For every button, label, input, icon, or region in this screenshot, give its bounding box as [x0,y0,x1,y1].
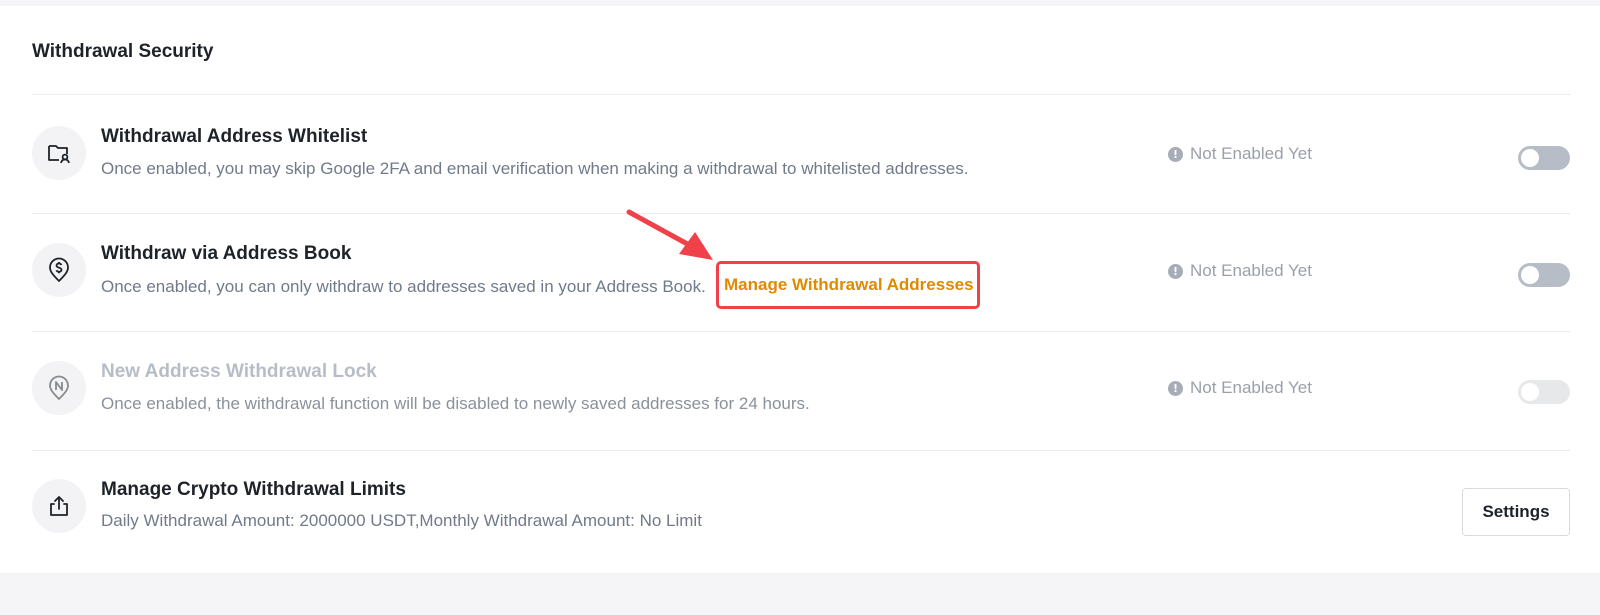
row-description: Daily Withdrawal Amount: 2000000 USDT,Mo… [101,511,702,530]
row-description: Once enabled, the withdrawal function wi… [101,394,810,413]
dollar-pin-icon [32,243,86,297]
new-address-pin-icon [32,361,86,415]
toggle-knob [1521,266,1539,284]
status-not-enabled: ! Not Enabled Yet [1168,378,1312,398]
status-not-enabled: ! Not Enabled Yet [1168,144,1312,164]
status-text: Not Enabled Yet [1190,378,1312,397]
info-icon: ! [1168,146,1183,162]
whitelist-toggle[interactable] [1518,146,1570,170]
row-withdrawal-limits: Manage Crypto Withdrawal Limits Daily Wi… [0,451,1600,569]
info-icon: ! [1168,380,1183,396]
new-address-lock-toggle [1518,380,1570,404]
annotation-arrow-icon [626,209,713,260]
section-title: Withdrawal Security [32,41,214,62]
manage-withdrawal-addresses-link[interactable]: Manage Withdrawal Addresses [724,275,974,295]
row-address-whitelist: Withdrawal Address Whitelist Once enable… [0,95,1600,213]
row-title: Withdraw via Address Book [101,243,352,264]
status-text: Not Enabled Yet [1190,261,1312,280]
info-icon: ! [1168,263,1183,279]
status-text: Not Enabled Yet [1190,144,1312,163]
page-bottom-strip [0,573,1600,615]
toggle-knob [1521,149,1539,167]
address-book-toggle[interactable] [1518,263,1570,287]
address-whitelist-icon [32,126,86,180]
row-title: Manage Crypto Withdrawal Limits [101,479,406,500]
row-description: Once enabled, you may skip Google 2FA an… [101,159,969,178]
row-title: Withdrawal Address Whitelist [101,126,368,147]
toggle-knob [1521,383,1539,401]
status-not-enabled: ! Not Enabled Yet [1168,261,1312,281]
row-new-address-lock: New Address Withdrawal Lock Once enabled… [0,332,1600,450]
upload-tray-icon [32,479,86,533]
row-description: Once enabled, you can only withdraw to a… [101,277,706,296]
row-title: New Address Withdrawal Lock [101,361,377,382]
settings-button[interactable]: Settings [1462,488,1570,536]
